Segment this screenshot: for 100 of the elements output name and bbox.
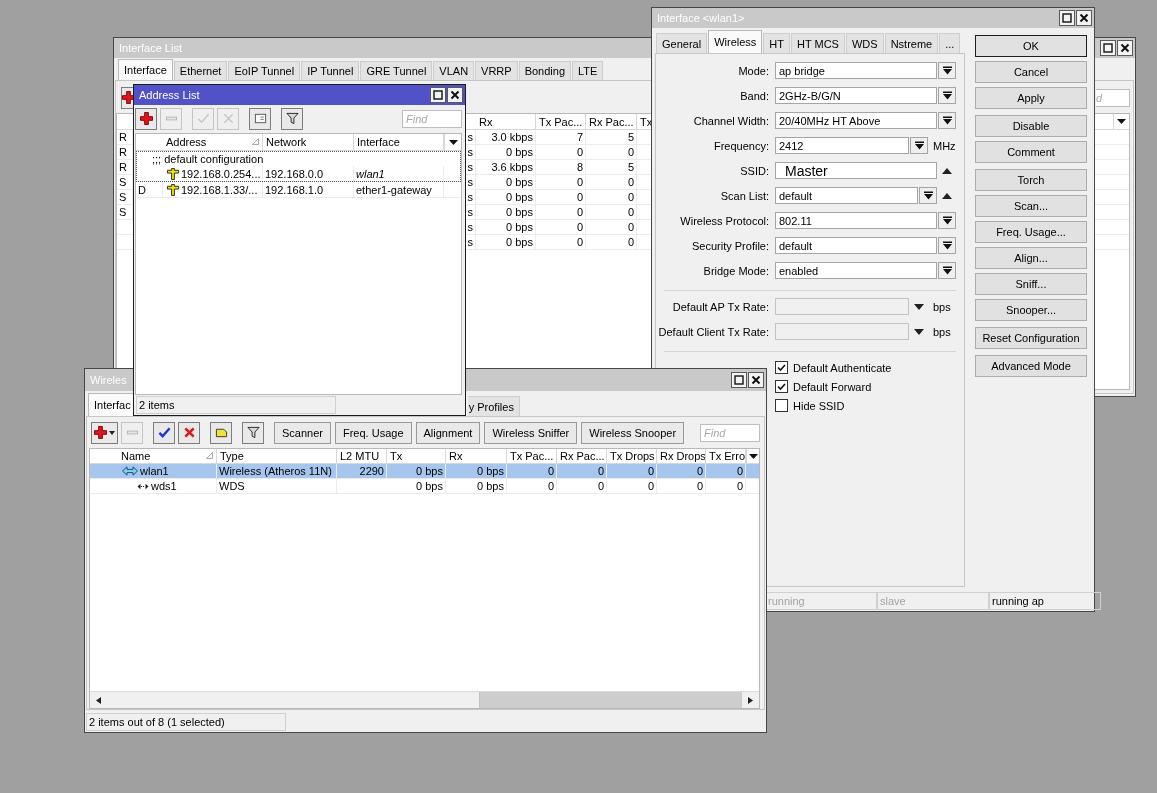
search-field[interactable]: d xyxy=(1096,88,1130,107)
triangle-up-icon[interactable] xyxy=(941,167,952,174)
dropdown-button[interactable] xyxy=(910,137,928,154)
filter-button[interactable] xyxy=(242,421,264,444)
caret-icon[interactable] xyxy=(748,453,758,459)
column-header[interactable]: Address xyxy=(163,134,263,150)
torch-button[interactable]: Torch xyxy=(975,169,1087,191)
tab[interactable]: Ethernet xyxy=(173,61,228,80)
dropdown-field[interactable]: ap bridge xyxy=(775,62,937,79)
tab[interactable]: WDS xyxy=(845,33,884,53)
maximize-icon[interactable] xyxy=(1059,10,1075,26)
close-icon[interactable] xyxy=(1117,40,1133,56)
column-header[interactable]: Tx Drops xyxy=(607,449,657,463)
scan-button[interactable]: Scan... xyxy=(975,195,1087,217)
column-header[interactable]: Tx Pac... xyxy=(507,449,557,463)
dropdown-button[interactable] xyxy=(938,112,956,129)
disable-button[interactable]: Disable xyxy=(975,115,1087,137)
maximize-icon[interactable] xyxy=(430,87,446,103)
tab[interactable]: Bonding xyxy=(518,61,572,80)
dropdown-field[interactable]: default xyxy=(775,187,918,204)
triangle-down-icon[interactable] xyxy=(913,303,924,310)
column-header[interactable]: L2 MTU xyxy=(337,449,387,463)
dropdown-button[interactable] xyxy=(938,212,956,229)
checkbox[interactable] xyxy=(775,380,788,393)
tab[interactable]: EoIP Tunnel xyxy=(228,61,301,80)
dropdown-field[interactable]: 2412 xyxy=(775,137,909,154)
column-header[interactable]: Tx xyxy=(387,449,446,463)
triangle-down-icon[interactable] xyxy=(913,328,924,335)
add-button[interactable] xyxy=(135,107,157,130)
tab[interactable]: VLAN xyxy=(433,61,475,80)
tab[interactable]: GRE Tunnel xyxy=(360,61,433,80)
alignment-button[interactable]: Alignment xyxy=(415,421,481,444)
wireless-sniffer-button[interactable]: Wireless Sniffer xyxy=(484,421,578,444)
align-button[interactable]: Align... xyxy=(975,247,1087,269)
scrollbar[interactable] xyxy=(90,691,759,708)
dropdown-button[interactable] xyxy=(938,262,956,279)
dropdown-field[interactable]: default xyxy=(775,237,937,254)
close-icon[interactable] xyxy=(447,87,463,103)
dropdown-button[interactable] xyxy=(919,187,937,204)
add-button[interactable] xyxy=(91,421,118,444)
snooper-button[interactable]: Snooper... xyxy=(975,299,1087,321)
freq-usage-button[interactable]: Freq. Usage xyxy=(335,421,412,444)
right-arrow-icon[interactable] xyxy=(748,696,753,704)
enable-button[interactable] xyxy=(153,421,175,444)
dropdown-field[interactable]: 2GHz-B/G/N xyxy=(775,87,937,104)
maximize-icon[interactable] xyxy=(731,372,747,388)
dropdown-button[interactable] xyxy=(938,62,956,79)
column-header[interactable]: Tx Pac... xyxy=(536,114,586,129)
search-field[interactable]: Find xyxy=(402,109,462,128)
column-header[interactable]: Interface xyxy=(354,134,444,150)
table-row[interactable]: wlan1 Wireless (Atheros 11N) 2290 0 bps 0 bps 0 0 0 0 0 xyxy=(90,464,759,479)
cancel-button[interactable]: Cancel xyxy=(975,61,1087,83)
tab[interactable]: Nstreme xyxy=(884,33,939,53)
apply-button[interactable]: Apply xyxy=(975,87,1087,109)
tab[interactable]: IP Tunnel xyxy=(301,61,360,80)
checkbox[interactable] xyxy=(775,399,788,412)
scrollbar-thumb[interactable] xyxy=(479,692,742,708)
tab[interactable]: Interface xyxy=(118,59,173,80)
add-button[interactable] xyxy=(121,86,133,109)
triangle-up-icon[interactable] xyxy=(941,192,952,199)
dropdown-field[interactable]: 802.11 xyxy=(775,212,937,229)
tab[interactable]: VRRP xyxy=(475,61,518,80)
dropdown-button[interactable] xyxy=(938,237,956,254)
maximize-icon[interactable] xyxy=(1100,40,1116,56)
checkbox[interactable] xyxy=(775,361,788,374)
column-header[interactable]: Network xyxy=(263,134,354,150)
close-icon[interactable] xyxy=(1076,10,1092,26)
tab[interactable]: LTE xyxy=(572,61,604,80)
ok-button[interactable]: OK xyxy=(975,35,1087,57)
reset-configuration-button[interactable]: Reset Configuration xyxy=(975,327,1087,349)
table-row[interactable]: D 192.168.1.33/... 192.168.1.0 ether1-gateway xyxy=(136,182,461,198)
dropdown-button[interactable] xyxy=(938,87,956,104)
column-header[interactable]: Tx Erro xyxy=(706,449,746,463)
close-icon[interactable] xyxy=(748,372,764,388)
sniff-button[interactable]: Sniff... xyxy=(975,273,1087,295)
comment-button[interactable] xyxy=(210,421,232,444)
tab[interactable]: ... xyxy=(939,33,961,53)
comment-button[interactable] xyxy=(249,107,271,130)
column-header[interactable]: Type xyxy=(217,449,337,463)
tab[interactable]: Wireless xyxy=(708,30,763,53)
column-header[interactable]: Rx Pac... xyxy=(586,114,637,129)
column-header[interactable]: Name xyxy=(118,449,217,463)
left-arrow-icon[interactable] xyxy=(96,696,101,704)
dropdown-field[interactable]: 20/40MHz HT Above xyxy=(775,112,937,129)
advanced-mode-button[interactable]: Advanced Mode xyxy=(975,355,1087,377)
column-header[interactable]: Rx Drops xyxy=(657,449,706,463)
comment-button[interactable]: Comment xyxy=(975,141,1087,163)
tab[interactable]: HT xyxy=(763,33,790,53)
tab[interactable]: y Profiles xyxy=(467,396,520,416)
disable-button[interactable] xyxy=(178,421,200,444)
column-header[interactable]: Rx xyxy=(446,449,507,463)
caret-icon[interactable] xyxy=(1117,119,1126,124)
freq-usage-button[interactable]: Freq. Usage... xyxy=(975,221,1087,243)
scanner-button[interactable]: Scanner xyxy=(274,421,331,444)
column-header[interactable]: Rx Pac... xyxy=(557,449,607,463)
wireless-snooper-button[interactable]: Wireless Snooper xyxy=(581,421,685,444)
table-row[interactable]: wds1 WDS 0 bps 0 bps 0 0 0 0 0 xyxy=(90,479,759,494)
column-header[interactable]: Rx xyxy=(476,114,536,129)
tab[interactable]: General xyxy=(656,33,708,53)
caret-icon[interactable] xyxy=(448,139,458,145)
